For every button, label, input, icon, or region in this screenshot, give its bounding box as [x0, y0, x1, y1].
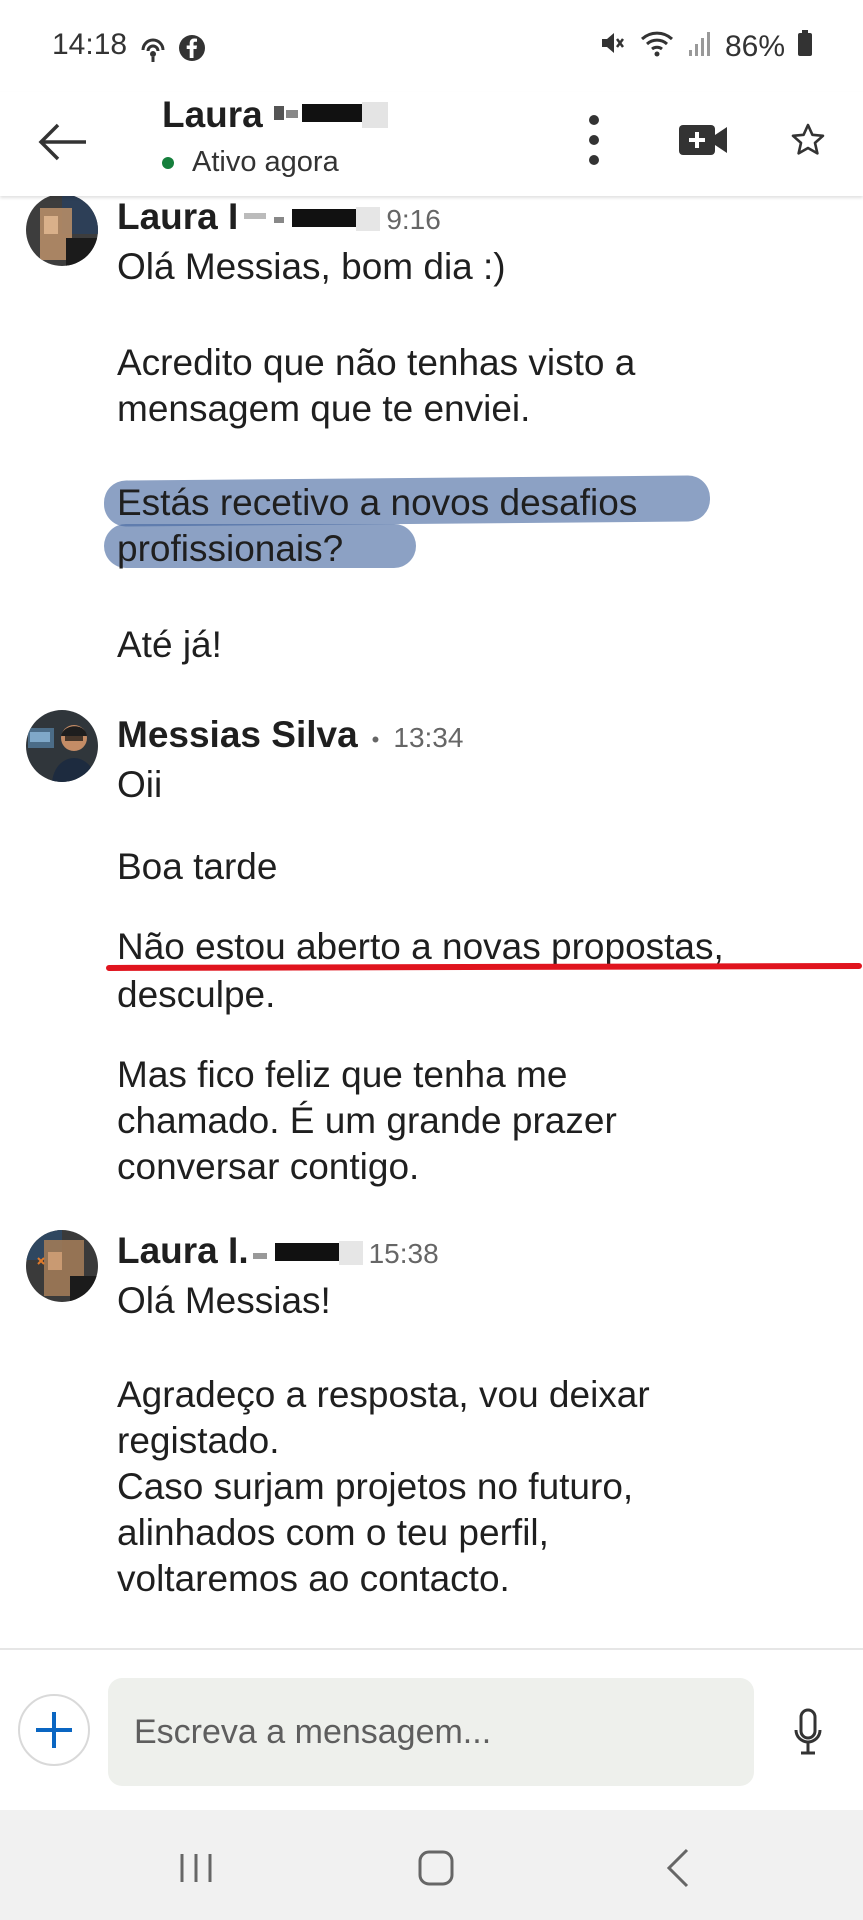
message-text: registado.: [117, 1420, 280, 1461]
star-button[interactable]: [776, 108, 840, 172]
plus-icon: [36, 1712, 72, 1748]
back-button[interactable]: [30, 110, 94, 174]
underline-mark: [105, 963, 863, 971]
recent-apps-icon: [180, 1854, 212, 1882]
arrow-left-icon: [38, 123, 86, 161]
facebook-icon: [178, 34, 206, 69]
message-time: 9:16: [386, 204, 441, 235]
separator-dot: •: [371, 727, 380, 752]
message-text: Estás recetivo a novos desafios: [117, 482, 638, 523]
chevron-left-icon: [666, 1848, 689, 1888]
attach-button[interactable]: [18, 1694, 90, 1766]
message-input[interactable]: [108, 1678, 754, 1786]
wifi-icon: [639, 28, 675, 66]
video-call-icon: [679, 125, 727, 155]
status-bar: 14:18 86%: [0, 0, 863, 92]
message-time: 15:38: [368, 1238, 439, 1269]
system-back-button[interactable]: [648, 1838, 708, 1898]
home-icon: [418, 1850, 454, 1886]
message-header: Messias Silva • 13:34: [117, 714, 463, 756]
message-text: chamado. É um grande prazer: [117, 1100, 617, 1141]
battery-icon: [797, 29, 813, 65]
message-author[interactable]: Messias Silva: [117, 714, 358, 756]
message-text: Até já!: [117, 624, 222, 665]
redaction-mark: [252, 1241, 363, 1265]
message-text: conversar contigo.: [117, 1146, 420, 1187]
message-time: 13:34: [393, 722, 464, 753]
message-text: desculpe.: [117, 974, 276, 1015]
message-composer: [0, 1648, 863, 1810]
message-text: Olá Messias, bom dia :): [117, 246, 506, 287]
voice-message-button[interactable]: [778, 1700, 838, 1764]
message-text: Agradeço a resposta, vou deixar: [117, 1374, 650, 1415]
redaction-mark: [244, 207, 381, 231]
video-call-button[interactable]: [672, 108, 736, 172]
message-text: Oii: [117, 764, 163, 805]
signal-icon: [687, 28, 713, 66]
message-text: profissionais?: [117, 528, 344, 569]
message-text: voltaremos ao contacto.: [117, 1558, 510, 1599]
microphone-icon: [794, 1708, 822, 1755]
avatar[interactable]: [26, 710, 98, 782]
more-options-button[interactable]: [562, 108, 626, 172]
star-icon: [791, 123, 825, 155]
message-header: Laura I 9:16: [117, 196, 441, 238]
message-text: Não estou aberto a novas propostas,: [117, 926, 724, 967]
contact-name[interactable]: Laura: [162, 94, 263, 136]
online-dot: [162, 156, 174, 169]
message-text: mensagem que te enviei.: [117, 388, 531, 429]
more-options-icon: [589, 115, 599, 165]
presence-label: Ativo agora: [192, 146, 339, 178]
message-header: Laura I. 15:38: [117, 1230, 439, 1272]
avatar[interactable]: [26, 1230, 98, 1302]
message-text: Boa tarde: [117, 846, 278, 887]
message-list[interactable]: Laura I 9:16 Olá Messias, bom dia :) Acr…: [0, 196, 863, 1646]
recent-apps-button[interactable]: [166, 1838, 226, 1898]
message-text: Olá Messias!: [117, 1280, 331, 1321]
message-text: alinhados com o teu perfil,: [117, 1512, 549, 1553]
message-text: Mas fico feliz que tenha me: [117, 1054, 568, 1095]
system-navigation-bar: [0, 1810, 863, 1920]
message-text: Caso surjam projetos no futuro,: [117, 1466, 634, 1507]
status-time: 14:18: [52, 28, 128, 61]
presence-status: Ativo agora: [162, 146, 339, 179]
avatar[interactable]: [26, 196, 98, 266]
redaction-mark: [274, 102, 388, 128]
home-button[interactable]: [406, 1838, 466, 1898]
hotspot-icon: [138, 34, 168, 69]
conversation-header: Laura Ativo agora: [0, 92, 863, 196]
battery-level: 86%: [724, 30, 785, 63]
message-author[interactable]: Laura I: [117, 196, 238, 238]
message-author[interactable]: Laura I.: [117, 1230, 249, 1272]
mute-icon: [597, 28, 627, 66]
message-text: Acredito que não tenhas visto a: [117, 342, 636, 383]
